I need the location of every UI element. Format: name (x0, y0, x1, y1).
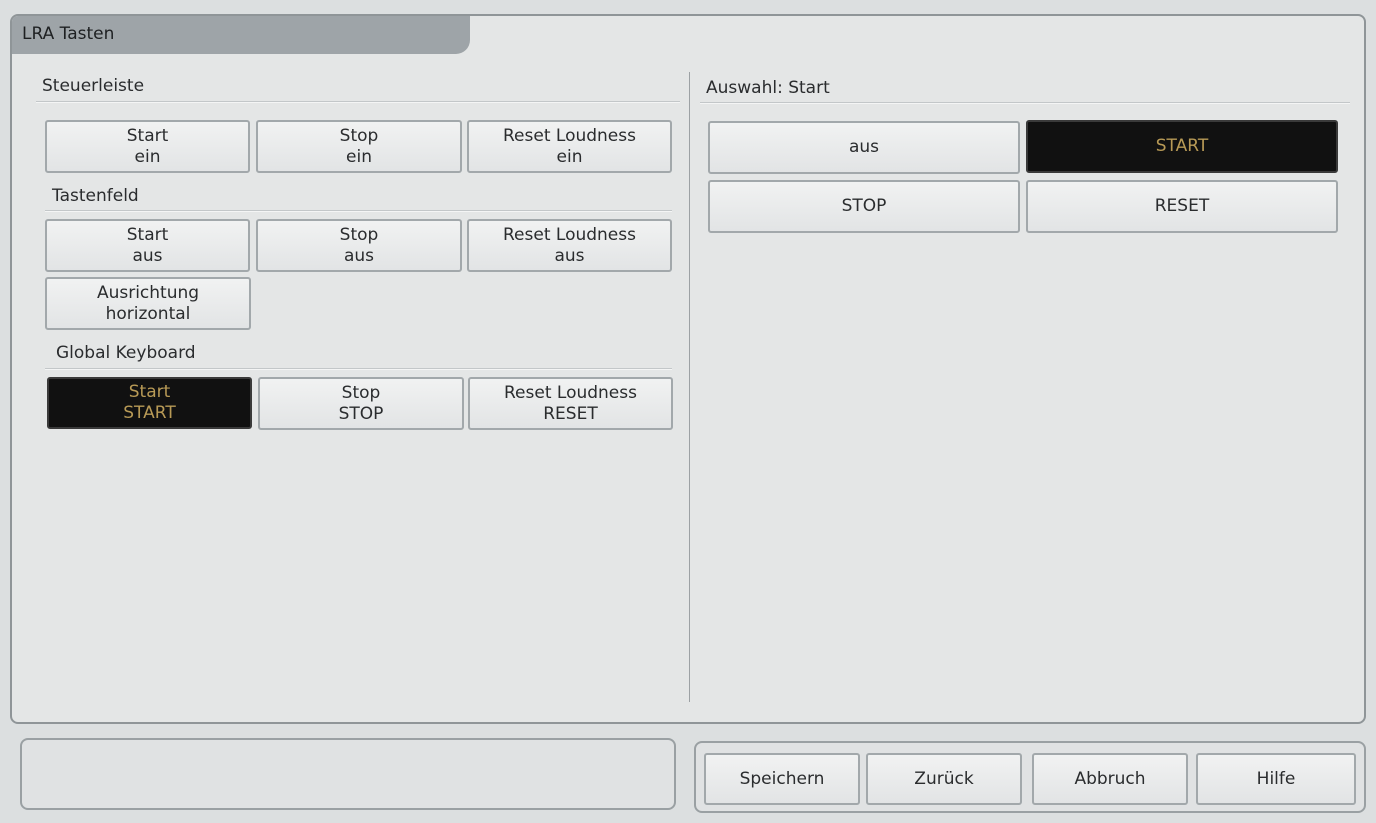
button-line2: ein (346, 146, 372, 167)
help-button[interactable]: Hilfe (1196, 753, 1356, 805)
button-line1: Reset Loudness (503, 224, 636, 245)
option-label: STOP (841, 196, 887, 216)
button-line2: ein (556, 146, 583, 167)
button-line2: horizontal (105, 303, 191, 324)
steuerleiste-reset-loudness-button[interactable]: Reset Loudness ein (467, 120, 672, 173)
button-line1: Start (128, 382, 171, 402)
option-stop-button[interactable]: STOP (708, 180, 1020, 233)
separator (45, 210, 672, 212)
global-keyboard-reset-loudness-button[interactable]: Reset Loudness RESET (468, 377, 673, 430)
option-start-button[interactable]: START (1026, 120, 1338, 173)
tastenfeld-stop-button[interactable]: Stop aus (256, 219, 462, 272)
button-line2: aus (554, 245, 585, 266)
footer-button-bar: Speichern Zurück Abbruch Hilfe (694, 741, 1366, 813)
button-line1: Stop (339, 224, 379, 245)
tastenfeld-orientation-button[interactable]: Ausrichtung horizontal (45, 277, 251, 330)
button-line1: Ausrichtung (96, 282, 200, 303)
button-line1: Start (126, 224, 169, 245)
button-line1: Reset Loudness (504, 382, 637, 403)
screen: LRA Tasten Steuerleiste Start ein Stop e… (0, 0, 1376, 823)
separator (36, 101, 680, 103)
button-line2: START (123, 403, 176, 423)
global-keyboard-start-button[interactable]: Start START (47, 377, 252, 429)
option-label: aus (848, 137, 880, 157)
button-line2: STOP (338, 403, 384, 424)
button-line1: Start (126, 125, 169, 146)
section-label-tastenfeld: Tastenfeld (52, 186, 139, 206)
option-label: RESET (1154, 196, 1210, 216)
button-line1: Stop (341, 382, 381, 403)
button-line1: Stop (339, 125, 379, 146)
selection-label: Auswahl: Start (706, 78, 830, 98)
button-line2: aus (132, 245, 163, 266)
separator (700, 102, 1350, 104)
back-button[interactable]: Zurück (866, 753, 1022, 805)
option-reset-button[interactable]: RESET (1026, 180, 1338, 233)
save-button[interactable]: Speichern (704, 753, 860, 805)
option-label: START (1155, 136, 1209, 156)
separator (45, 368, 672, 370)
cancel-button[interactable]: Abbruch (1032, 753, 1188, 805)
button-line1: Reset Loudness (503, 125, 636, 146)
button-line2: RESET (543, 403, 598, 424)
window-title: LRA Tasten (12, 16, 470, 54)
button-line2: aus (343, 245, 375, 266)
steuerleiste-start-button[interactable]: Start ein (45, 120, 250, 173)
section-label-global-keyboard: Global Keyboard (56, 343, 196, 363)
steuerleiste-stop-button[interactable]: Stop ein (256, 120, 462, 173)
status-area (20, 738, 676, 810)
button-line2: ein (134, 146, 161, 167)
option-aus-button[interactable]: aus (708, 121, 1020, 174)
tastenfeld-reset-loudness-button[interactable]: Reset Loudness aus (467, 219, 672, 272)
tastenfeld-start-button[interactable]: Start aus (45, 219, 250, 272)
section-label-steuerleiste: Steuerleiste (42, 76, 145, 96)
column-divider (689, 72, 690, 702)
global-keyboard-stop-button[interactable]: Stop STOP (258, 377, 464, 430)
